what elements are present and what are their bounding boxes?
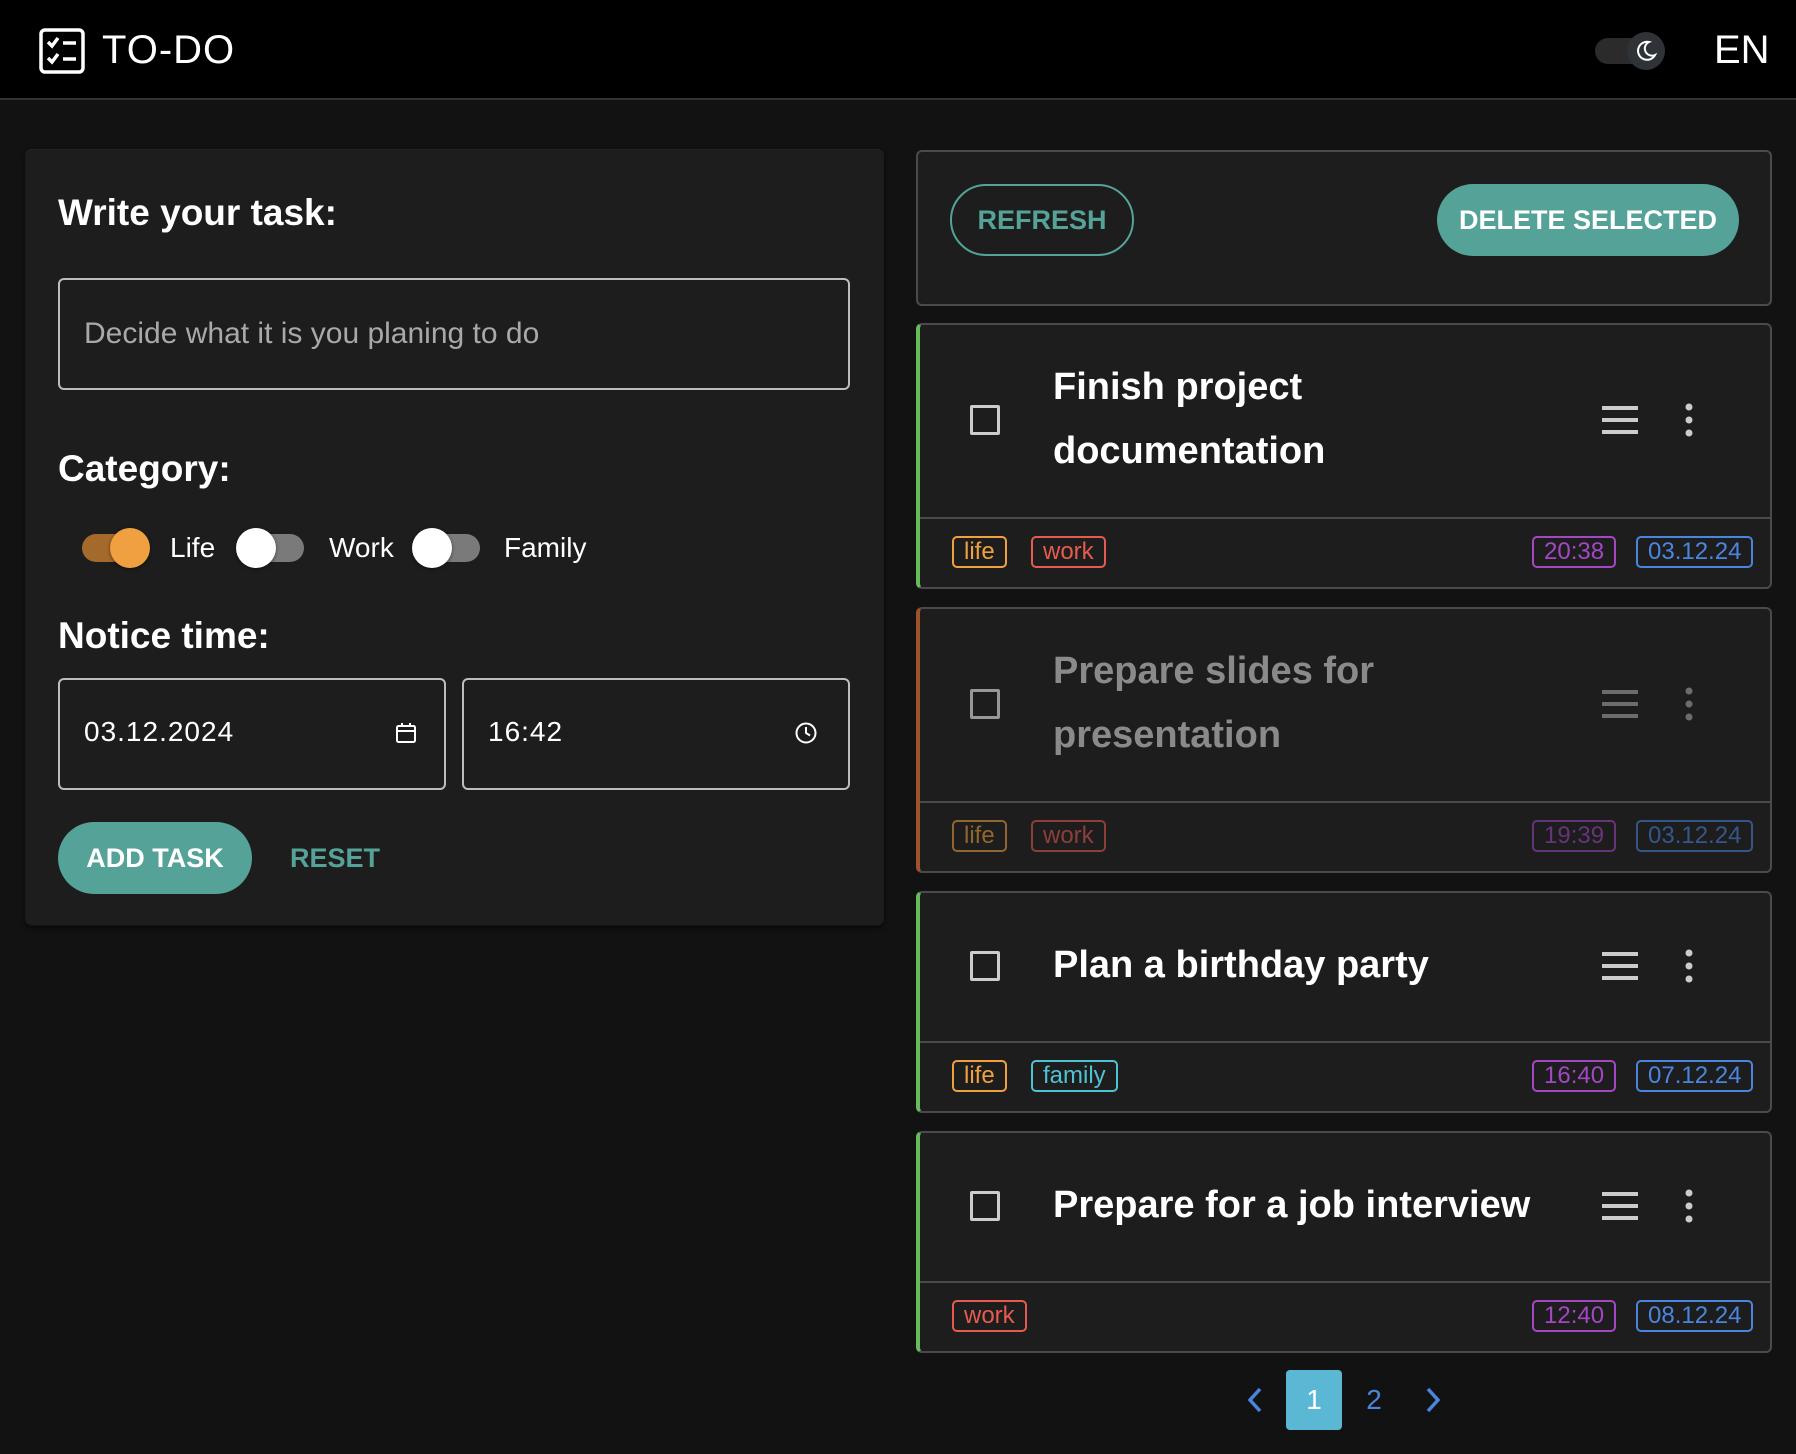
chevron-right-icon[interactable] [1422,1386,1444,1414]
work-switch-thumb [236,528,276,568]
family-switch-thumb [412,528,452,568]
task-card[interactable]: Plan a birthday party life family 16:40 … [916,891,1772,1113]
date-badge: 03.12.24 [1636,536,1754,568]
tag-life: life [952,820,1007,852]
task-title-line: documentation [1053,430,1326,472]
more-vert-icon[interactable] [1682,949,1696,983]
date-field[interactable]: 03.12.2024 [58,678,446,790]
life-switch-thumb [110,528,150,568]
date-badge: 08.12.24 [1636,1300,1754,1332]
more-vert-icon[interactable] [1682,403,1696,437]
add-task-button[interactable]: ADD TASK [58,822,252,894]
task-title: Prepare for a job interview [1053,1184,1531,1226]
task-card[interactable]: Finish project documentation life work 2… [916,323,1772,589]
notice-time-label: Notice time: [58,615,270,656]
language-selector[interactable]: EN [1714,24,1770,76]
task-divider [920,801,1770,803]
tag-family: family [1031,1060,1118,1092]
moon-icon [1637,40,1658,61]
task-title: Prepare slides for presentation [1053,639,1374,767]
clock-icon[interactable] [794,721,818,745]
time-badge: 12:40 [1532,1300,1617,1332]
task-divider [920,517,1770,519]
more-vert-icon[interactable] [1682,1189,1696,1223]
date-value: 03.12.2024 [84,716,235,747]
life-switch-label[interactable]: Life [170,530,215,566]
task-checkbox[interactable] [970,1191,1000,1221]
task-checkbox[interactable] [970,405,1000,435]
work-switch-label[interactable]: Work [329,530,394,566]
task-title: Finish project documentation [1053,355,1325,483]
theme-toggle[interactable] [1595,32,1665,70]
time-value: 16:42 [488,716,564,747]
add-task-form: Write your task: Category: Life Work Fam… [26,150,883,925]
task-input[interactable] [60,280,848,388]
theme-toggle-thumb[interactable] [1627,32,1665,70]
more-vert-icon[interactable] [1682,687,1696,721]
task-checkbox[interactable] [970,951,1000,981]
drag-handle-icon[interactable] [1602,951,1638,981]
task-card[interactable]: Prepare slides for presentation life wor… [916,607,1772,873]
delete-selected-button[interactable]: DELETE SELECTED [1437,184,1739,256]
tag-work: work [952,1300,1027,1332]
date-badge: 07.12.24 [1636,1060,1754,1092]
page-button-1[interactable]: 1 [1286,1370,1342,1430]
family-switch[interactable] [412,526,482,570]
task-title: Plan a birthday party [1053,944,1429,986]
life-switch[interactable] [80,526,150,570]
task-card[interactable]: Prepare for a job interview work 12:40 0… [916,1131,1772,1353]
refresh-button[interactable]: REFRESH [950,184,1134,256]
task-divider [920,1041,1770,1043]
time-badge: 19:39 [1532,820,1617,852]
task-checkbox[interactable] [970,689,1000,719]
drag-handle-icon[interactable] [1602,689,1638,719]
tag-work: work [1031,536,1106,568]
tag-work: work [1031,820,1106,852]
checklist-icon [39,28,85,74]
task-title-line: Prepare slides for [1053,650,1375,692]
date-badge: 03.12.24 [1636,820,1754,852]
time-badge: 20:38 [1532,536,1617,568]
drag-handle-icon[interactable] [1602,405,1638,435]
tag-life: life [952,536,1007,568]
task-title-line: Finish project [1053,366,1303,408]
tag-life: life [952,1060,1007,1092]
page-button-2[interactable]: 2 [1346,1370,1402,1430]
drag-handle-icon[interactable] [1602,1191,1638,1221]
task-divider [920,1281,1770,1283]
task-toolbar: REFRESH DELETE SELECTED [916,150,1772,306]
time-badge: 16:40 [1532,1060,1617,1092]
task-label: Write your task: [58,192,337,233]
family-switch-label[interactable]: Family [504,530,586,566]
app-bar: TO-DO EN [0,0,1796,100]
task-title-line: presentation [1053,714,1282,756]
category-label: Category: [58,448,231,489]
chevron-left-icon[interactable] [1244,1386,1266,1414]
calendar-icon[interactable] [394,721,418,745]
reset-button[interactable]: RESET [270,822,400,894]
task-input-field[interactable] [58,278,850,390]
time-field[interactable]: 16:42 [462,678,850,790]
app-title: TO-DO [102,28,236,72]
work-switch[interactable] [236,526,306,570]
